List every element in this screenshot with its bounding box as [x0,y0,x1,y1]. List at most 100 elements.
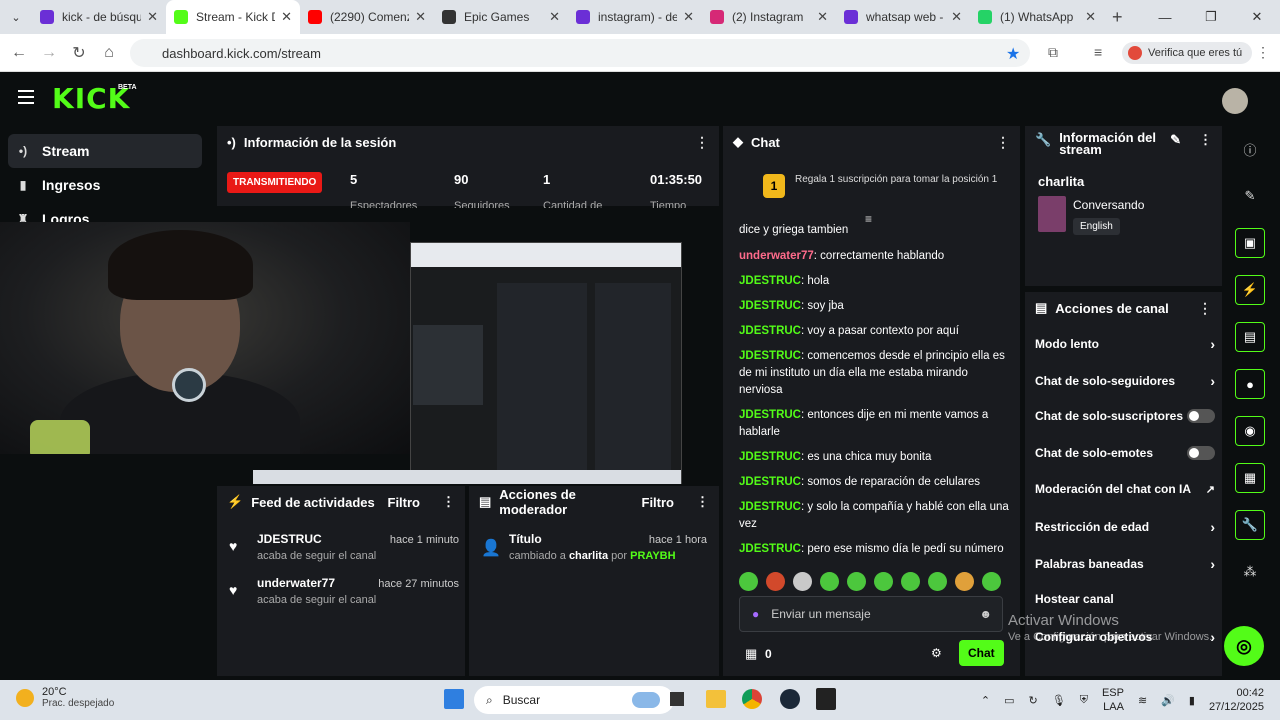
channel-action[interactable]: Chat de solo-seguidores › [1035,373,1215,389]
emote-icon[interactable] [766,572,785,591]
channel-action[interactable]: Hostear canal [1035,592,1215,606]
file-explorer-icon[interactable] [706,690,726,708]
weather-widget[interactable]: 20°C Prac. despejado [16,686,114,709]
taskbar-search[interactable]: ⌕ Buscar [474,686,674,714]
kebab-icon[interactable]: ⋮ [442,494,455,510]
browser-tab[interactable]: (1) WhatsApp ✕ [970,0,1104,34]
close-tab-icon[interactable]: ✕ [549,9,560,25]
emote-icon[interactable] [901,572,920,591]
store-icon[interactable]: ▦ [745,646,757,662]
back-button[interactable]: ← [4,44,34,62]
new-tab-button[interactable]: + [1112,7,1123,28]
kebab-icon[interactable]: ⋮ [695,134,709,151]
browser-menu-icon[interactable]: ⋮ [1256,44,1270,61]
wifi-icon[interactable]: ≋ [1138,694,1147,707]
close-tab-icon[interactable]: ✕ [951,9,962,25]
info-icon[interactable]: ⓘ [1235,134,1265,164]
browser-tab[interactable]: whatsap web - d ✕ [836,0,970,34]
emote-icon[interactable] [820,572,839,591]
language-indicator[interactable]: ESP LAA [1102,686,1124,714]
volume-icon[interactable]: 🔊 [1161,694,1175,707]
maximize-button[interactable]: ❐ [1188,9,1234,25]
channel-action[interactable]: Chat de solo-suscriptores [1035,409,1215,424]
emote-icon[interactable] [793,572,812,591]
emoji-icon[interactable]: ☻ [979,607,992,621]
channel-action[interactable]: Palabras baneadas › [1035,556,1215,572]
close-tab-icon[interactable]: ✕ [683,9,694,25]
chat-username[interactable]: JDESTRUC [739,325,801,337]
nodes-icon[interactable]: ⁂ [1235,557,1265,587]
edit-icon[interactable]: ✎ [1170,132,1181,148]
browser-tab[interactable]: (2290) Comenzá ✕ [300,0,434,34]
channel-action[interactable]: Chat de solo-emotes [1035,445,1215,460]
sidebar-item-stream[interactable]: •) Stream [8,134,202,168]
emote-icon[interactable] [928,572,947,591]
battery-saver-icon[interactable]: ▭ [1004,694,1014,707]
minimize-button[interactable]: — [1142,10,1188,25]
chat-username[interactable]: JDESTRUC [739,300,801,312]
toggle-switch[interactable] [1187,409,1215,424]
lightning-icon[interactable]: ⚡ [1235,275,1265,305]
camera-icon[interactable]: ▣ [1235,228,1265,258]
sync-icon[interactable]: ↻ [1029,694,1038,707]
home-icon[interactable]: ⌂ [94,44,124,62]
chat-bubble-icon[interactable]: ● [1235,369,1265,399]
layout-icon[interactable]: ▦ [1235,463,1265,493]
gift-banner[interactable]: 1 Regala 1 suscripción para tomar la pos… [763,174,1003,198]
chat-username[interactable]: underwater77 [739,250,814,262]
bookmark-star-icon[interactable]: ★ [1006,44,1020,64]
url-input[interactable]: dashboard.kick.com/stream [130,39,1030,67]
browser-tab[interactable]: instagram) - de f ✕ [568,0,702,34]
emote-icon[interactable] [874,572,893,591]
channel-action[interactable]: Moderación del chat con IA ↗ [1035,482,1215,496]
notes-icon[interactable]: ▤ [1235,322,1265,352]
settings-icon[interactable]: ⚙ [931,646,942,660]
security-icon[interactable]: ⛨ [1080,694,1088,707]
media-icon[interactable]: ≡ [1094,44,1102,60]
windows-start-icon[interactable] [444,689,464,709]
browser-tab[interactable]: Epic Games ✕ [434,0,568,34]
mic-icon[interactable]: ● [752,607,759,621]
close-window-button[interactable]: ✕ [1234,9,1280,25]
epic-games-icon[interactable] [816,688,836,710]
chrome-icon[interactable] [742,689,762,709]
reload-button[interactable]: ↻ [64,43,94,63]
close-tab-icon[interactable]: ✕ [415,9,426,25]
channel-action[interactable]: Modo lento › [1035,336,1215,352]
menu-icon[interactable] [18,90,34,104]
filter-button[interactable]: Filtro [388,495,421,510]
emote-icon[interactable] [739,572,758,591]
chevron-up-icon[interactable]: ⌃ [981,694,990,707]
chat-username[interactable]: JDESTRUC [739,350,801,362]
filter-button[interactable]: Filtro [642,495,675,510]
browser-tab[interactable]: (2) Instagram ✕ [702,0,836,34]
pencil-icon[interactable]: ✎ [1235,181,1265,211]
emote-icon[interactable] [955,572,974,591]
close-tab-icon[interactable]: ✕ [147,9,158,25]
extensions-icon[interactable]: ⧉ [1048,44,1058,61]
clock[interactable]: 00:42 27/12/2025 [1209,686,1264,714]
chat-username[interactable]: JDESTRUC [739,476,801,488]
support-button[interactable]: ◎ [1224,626,1264,666]
chat-username[interactable]: JDESTRUC [739,409,801,421]
user-avatar[interactable] [1222,88,1248,114]
tools-icon[interactable]: 🔧 [1235,510,1265,540]
toggle-switch[interactable] [1187,445,1215,460]
chat-username[interactable]: JDESTRUC [739,543,801,555]
chat-input[interactable]: ● Enviar un mensaje ☻ [739,596,1003,632]
chat-username[interactable]: JDESTRUC [739,275,801,287]
emote-icon[interactable] [982,572,1001,591]
tab-search-icon[interactable]: ⌄ [0,11,32,24]
emote-icon[interactable] [847,572,866,591]
kebab-icon[interactable]: ⋮ [696,494,709,510]
kebab-icon[interactable]: ⋮ [1198,300,1212,317]
sidebar-item-ingresos[interactable]: ▮ Ingresos [0,168,210,202]
chat-username[interactable]: JDESTRUC [739,501,801,513]
pin-icon[interactable]: ≡ [865,212,872,226]
channel-action[interactable]: Restricción de edad › [1035,519,1215,535]
close-tab-icon[interactable]: ✕ [281,9,292,25]
forward-button[interactable]: → [34,44,64,62]
browser-tab[interactable]: kick - de búsque ✕ [32,0,166,34]
send-chat-button[interactable]: Chat [959,640,1004,666]
kebab-icon[interactable]: ⋮ [1199,132,1212,148]
